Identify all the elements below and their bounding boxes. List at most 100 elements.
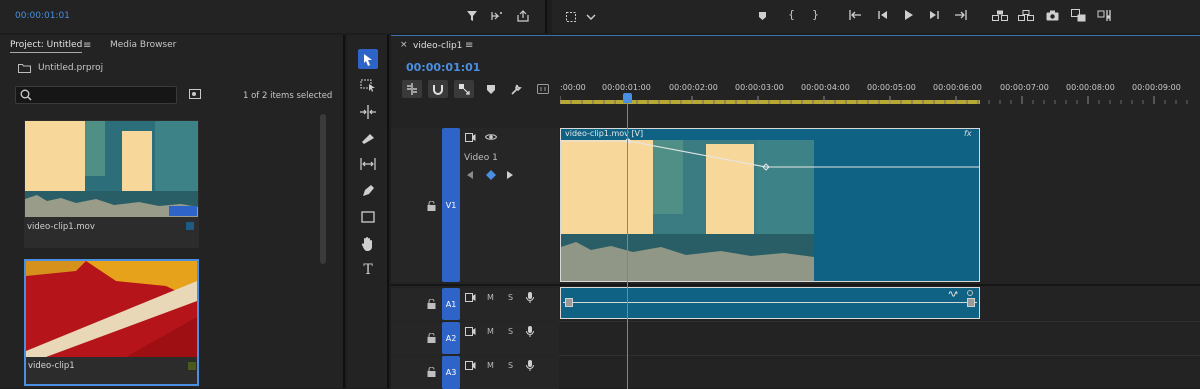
play-icon[interactable]	[904, 10, 913, 20]
extract-icon[interactable]	[1018, 10, 1034, 21]
track-select-tool-icon[interactable]	[358, 77, 378, 95]
export-icon[interactable]	[516, 9, 530, 23]
filmstrip-icon[interactable]	[465, 327, 476, 336]
project-panel: Project: Untitled ≡ Media Browser Untitl…	[0, 35, 345, 388]
chevron-down-icon[interactable]	[585, 10, 597, 23]
track-divider[interactable]	[391, 284, 1200, 286]
eye-icon[interactable]	[485, 133, 497, 141]
captions-icon[interactable]	[537, 84, 549, 94]
close-icon[interactable]: ×	[400, 41, 408, 50]
track-target-a1[interactable]: A1	[442, 288, 460, 320]
nest-icon	[407, 83, 417, 95]
prev-keyframe-icon[interactable]	[467, 171, 473, 179]
lock-icon[interactable]	[427, 333, 436, 343]
ruler-tick-label: 00:00:03:00	[735, 83, 784, 92]
in-point-icon[interactable]: {	[788, 9, 795, 20]
go-to-in-icon[interactable]	[849, 10, 862, 20]
solo-button[interactable]: S	[508, 361, 513, 370]
next-keyframe-icon[interactable]	[507, 171, 513, 179]
marker-icon[interactable]	[758, 11, 767, 21]
filter-icon[interactable]	[465, 9, 479, 23]
search-icon	[20, 89, 32, 101]
track-target-a2[interactable]: A2	[442, 322, 460, 354]
lock-icon[interactable]	[427, 367, 436, 377]
go-to-out-icon[interactable]	[954, 10, 967, 20]
label-color-swatch[interactable]	[188, 362, 196, 370]
label-color-swatch[interactable]	[186, 222, 194, 230]
folder-icon	[18, 63, 31, 73]
rectangle-tool-icon[interactable]	[358, 208, 378, 226]
video-clip[interactable]: video-clip1.mov [V] fx	[560, 128, 980, 282]
track-divider	[559, 321, 1200, 322]
audio-fx-icon[interactable]	[948, 290, 958, 298]
microphone-icon[interactable]	[526, 360, 534, 371]
selection-status: 1 of 2 items selected	[243, 91, 333, 101]
pen-tool-icon[interactable]	[358, 182, 378, 200]
step-forward-icon[interactable]	[929, 10, 939, 20]
audio-clip[interactable]	[560, 287, 980, 319]
audio-handle-right[interactable]	[967, 298, 975, 307]
search-input[interactable]	[15, 86, 177, 104]
project-item-video-clip1-mov[interactable]: video-clip1.mov	[24, 120, 199, 248]
panel-menu-icon[interactable]: ≡	[465, 41, 473, 51]
project-item-video-clip1-sequence[interactable]: video-clip1	[24, 259, 199, 386]
audio-volume-line[interactable]	[563, 302, 977, 303]
ruler-tick-label: 00:00:09:00	[1132, 83, 1181, 92]
type-tool-icon[interactable]: T	[358, 261, 378, 279]
slip-tool-icon[interactable]	[358, 155, 378, 173]
ruler-tick-label: 00:00:02:00	[669, 83, 718, 92]
lock-icon[interactable]	[427, 201, 436, 211]
find-bin-icon[interactable]	[189, 89, 201, 99]
ruler-tick-label: :00:00	[560, 83, 586, 92]
comparison-view-icon[interactable]	[1071, 9, 1086, 22]
lift-icon[interactable]	[992, 10, 1008, 21]
playhead-line[interactable]	[627, 93, 628, 389]
tab-project[interactable]: Project: Untitled	[10, 40, 83, 53]
filmstrip-icon[interactable]	[465, 293, 476, 302]
selection-tool-icon[interactable]	[358, 49, 378, 69]
settings-icon[interactable]	[1097, 9, 1113, 22]
insert-icon[interactable]	[490, 9, 504, 23]
project-item-name: video-clip1.mov	[27, 222, 95, 232]
add-marker-icon[interactable]	[487, 85, 495, 94]
track-target-v1[interactable]: V1	[442, 128, 460, 282]
microphone-icon[interactable]	[526, 292, 534, 303]
opacity-keyframe-line[interactable]	[561, 129, 980, 282]
insert-nest-button[interactable]	[402, 80, 422, 98]
track-target-a3[interactable]: A3	[442, 356, 460, 389]
solo-button[interactable]: S	[508, 293, 513, 302]
ripple-edit-tool-icon[interactable]	[358, 103, 378, 121]
filmstrip-icon[interactable]	[465, 133, 476, 142]
time-ruler[interactable]: :00:00 00:00:01:00 00:00:02:00 00:00:03:…	[560, 80, 1200, 106]
solo-button[interactable]: S	[508, 327, 513, 336]
mute-button[interactable]: M	[487, 293, 494, 302]
hand-tool-icon[interactable]	[358, 234, 378, 252]
sequence-tab[interactable]: video-clip1	[413, 41, 462, 51]
export-frame-icon[interactable]	[1046, 10, 1059, 21]
mute-button[interactable]: M	[487, 361, 494, 370]
scrollbar[interactable]	[320, 114, 326, 264]
wrench-icon[interactable]	[510, 83, 522, 95]
safe-margins-icon[interactable]	[564, 10, 578, 23]
ruler-tick-label: 00:00:05:00	[867, 83, 916, 92]
snap-button[interactable]	[428, 80, 448, 98]
playhead-timecode[interactable]: 00:00:01:01	[406, 61, 480, 74]
source-timecode[interactable]: 00:00:01:01	[15, 11, 70, 21]
microphone-icon[interactable]	[526, 326, 534, 337]
tab-media-browser[interactable]: Media Browser	[110, 40, 176, 50]
audio-keyframe-toggle[interactable]	[967, 290, 973, 296]
add-keyframe-icon[interactable]	[486, 170, 496, 180]
playhead-handle[interactable]	[623, 93, 632, 103]
mute-button[interactable]: M	[487, 327, 494, 336]
lock-icon[interactable]	[427, 299, 436, 309]
panel-menu-icon[interactable]: ≡	[83, 41, 91, 51]
linked-selection-icon	[459, 84, 470, 95]
step-back-icon[interactable]	[878, 10, 888, 20]
out-point-icon[interactable]: }	[812, 9, 819, 20]
tools-panel: T	[347, 35, 389, 388]
filmstrip-icon[interactable]	[465, 361, 476, 370]
project-item-name: video-clip1	[28, 361, 75, 371]
audio-handle-left[interactable]	[565, 298, 573, 307]
razor-tool-icon[interactable]	[358, 129, 378, 147]
linked-selection-button[interactable]	[454, 80, 474, 98]
